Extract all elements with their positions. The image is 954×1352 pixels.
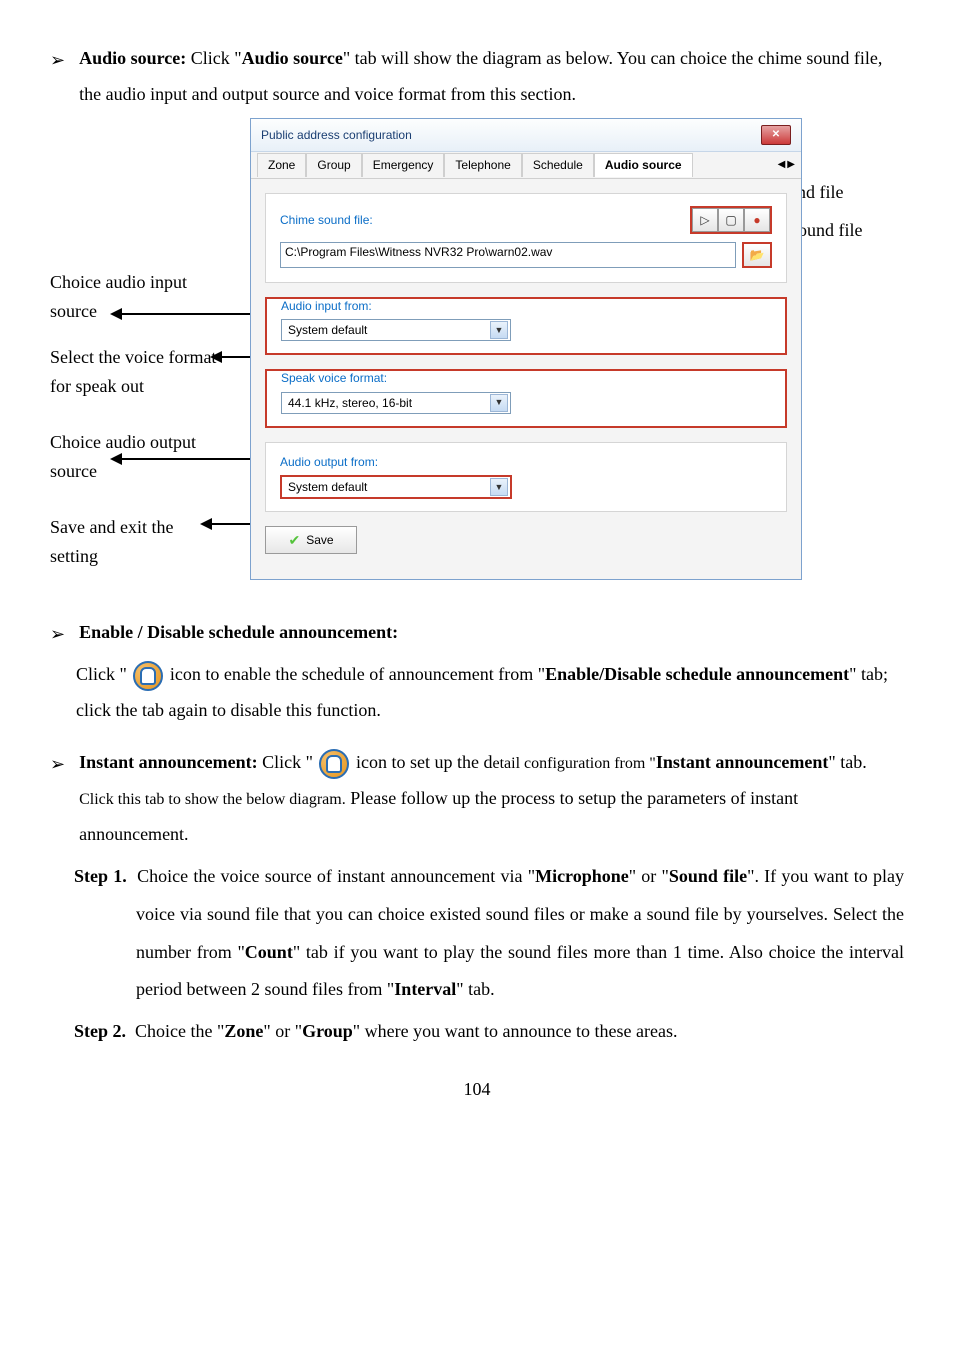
tab-emergency[interactable]: Emergency: [362, 153, 445, 176]
enable-disable-body: Click " icon to enable the schedule of a…: [76, 656, 904, 728]
tab-scroll[interactable]: ◀▶: [778, 159, 795, 171]
step1-text: Step 1. Choice the voice source of insta…: [136, 858, 904, 1009]
step2-text: Step 2. Choice the "Zone" or "Group" whe…: [136, 1013, 904, 1051]
audio-output-select[interactable]: System default ▼: [280, 475, 512, 499]
dropdown-arrow-icon: ▼: [490, 478, 508, 496]
speak-format-select[interactable]: 44.1 kHz, stereo, 16-bit ▼: [281, 392, 511, 414]
panel-audio-input: Audio input from: System default ▼: [265, 297, 787, 355]
audio-source-paragraph: Audio source: Click "Audio source" tab w…: [79, 40, 904, 112]
panel-audio-output: Audio output from: System default ▼: [265, 442, 787, 512]
close-icon: ✕: [772, 129, 780, 141]
check-icon: ✔: [288, 532, 300, 549]
page-number: 104: [50, 1071, 904, 1107]
bullet-arrow: ➢: [50, 746, 65, 782]
microphone-instant-icon: [319, 749, 349, 779]
tab-audio-source[interactable]: Audio source: [594, 153, 693, 176]
label-audio-output: Choice audio output source: [50, 428, 240, 486]
tab-group[interactable]: Group: [306, 153, 361, 176]
audio-input-value: System default: [288, 323, 367, 337]
stop-button[interactable]: ▢: [718, 208, 744, 232]
audio-input-label: Audio input from:: [281, 299, 771, 313]
bullet-arrow: ➢: [50, 42, 65, 78]
audio-output-label: Audio output from:: [280, 455, 772, 469]
panel-speak-format: Speak voice format: 44.1 kHz, stereo, 16…: [265, 369, 787, 427]
label-save-exit: Save and exit the setting: [50, 513, 220, 571]
stop-icon: ▢: [725, 213, 736, 227]
dialog-title-text: Public address configuration: [261, 128, 412, 142]
play-icon: ▷: [700, 213, 709, 227]
label-audio-input: Choice audio input source: [50, 268, 230, 326]
record-icon: ●: [753, 213, 760, 227]
tab-telephone[interactable]: Telephone: [444, 153, 521, 176]
dialog-titlebar: Public address configuration ✕: [251, 119, 801, 152]
bullet-arrow: ➢: [50, 616, 65, 652]
audio-output-value: System default: [288, 480, 367, 494]
dropdown-arrow-icon: ▼: [490, 394, 508, 412]
instant-announcement-body: Instant announcement: Click " icon to se…: [79, 744, 904, 852]
chime-controls: ▷ ▢ ●: [690, 206, 772, 234]
dialog-window: Public address configuration ✕ Zone Grou…: [250, 118, 802, 580]
chime-path-input[interactable]: C:\Program Files\Witness NVR32 Pro\warn0…: [280, 242, 736, 268]
audio-source-diagram: Choice audio input source Select the voi…: [50, 118, 870, 598]
close-button[interactable]: ✕: [761, 125, 791, 145]
tabs-row: Zone Group Emergency Telephone Schedule …: [251, 152, 801, 179]
panel-chime: Chime sound file: ▷ ▢ ● C:\Program Files…: [265, 193, 787, 283]
record-button[interactable]: ●: [744, 208, 770, 232]
speak-format-value: 44.1 kHz, stereo, 16-bit: [288, 396, 412, 410]
chime-label: Chime sound file:: [280, 213, 684, 227]
browse-button[interactable]: 📂: [742, 242, 772, 268]
play-button[interactable]: ▷: [692, 208, 718, 232]
microphone-enable-icon: [133, 661, 163, 691]
folder-icon: 📂: [750, 248, 765, 262]
enable-disable-heading: Enable / Disable schedule announcement:: [79, 614, 904, 650]
audio-input-select[interactable]: System default ▼: [281, 319, 511, 341]
tab-schedule[interactable]: Schedule: [522, 153, 594, 176]
tab-zone[interactable]: Zone: [257, 153, 306, 176]
save-button[interactable]: ✔ Save: [265, 526, 357, 554]
save-label: Save: [306, 533, 333, 547]
speak-format-label: Speak voice format:: [281, 371, 771, 385]
dropdown-arrow-icon: ▼: [490, 321, 508, 339]
